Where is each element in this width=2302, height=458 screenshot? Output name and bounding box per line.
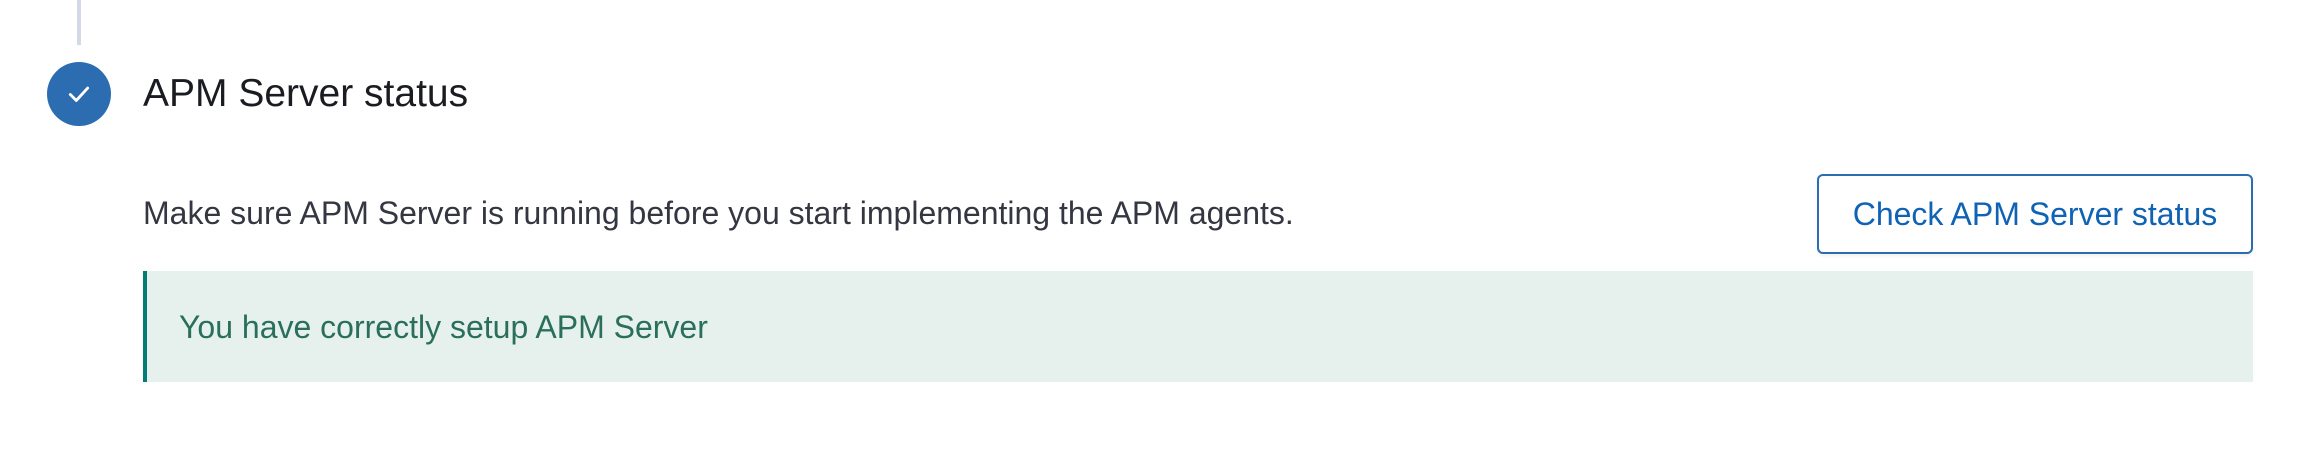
step-connector-line: [77, 0, 81, 45]
step-title: APM Server status: [143, 72, 469, 115]
step-description: Make sure APM Server is running before y…: [143, 195, 1294, 231]
check-apm-server-status-button[interactable]: Check APM Server status: [1817, 174, 2253, 254]
check-icon: [68, 86, 90, 102]
success-callout: You have correctly setup APM Server: [143, 271, 2253, 382]
success-callout-text: You have correctly setup APM Server: [179, 308, 708, 345]
step-complete-indicator: [47, 62, 111, 126]
apm-server-status-step: APM Server status Make sure APM Server i…: [0, 0, 2302, 458]
